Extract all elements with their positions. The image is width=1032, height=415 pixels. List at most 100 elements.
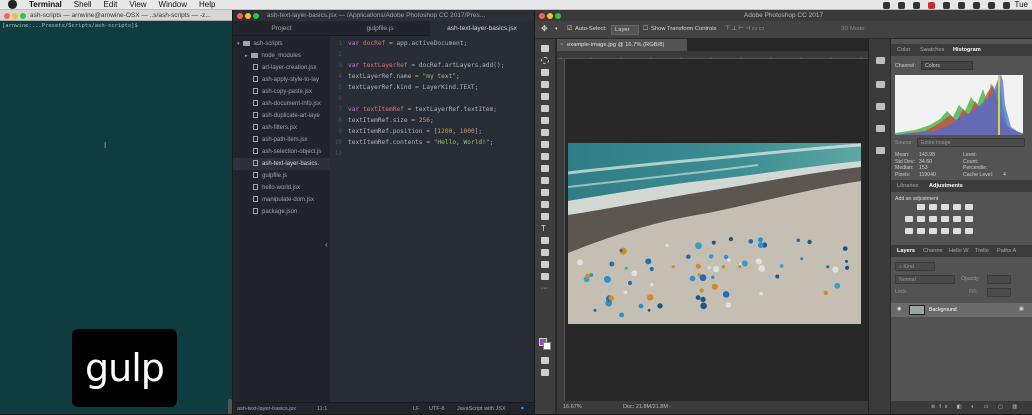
wifi-icon[interactable] xyxy=(988,1,995,9)
adjustment-icon[interactable] xyxy=(953,204,961,210)
tab-paths[interactable]: Paths A xyxy=(997,245,1016,257)
zoom-tool-icon[interactable] xyxy=(541,273,549,280)
checkbox-icon[interactable]: ☑ xyxy=(567,26,572,32)
tray-icon[interactable] xyxy=(898,1,905,9)
tree-root-folder[interactable]: ▾ ash-scripts xyxy=(233,38,330,50)
close-tab-icon[interactable]: × xyxy=(560,39,563,51)
blur-tool-icon[interactable] xyxy=(541,189,549,196)
tree-file[interactable]: hello-world.jsx xyxy=(233,182,330,194)
marquee-tool-icon[interactable] xyxy=(541,57,549,64)
character-panel-icon[interactable] xyxy=(876,125,885,132)
code-editor[interactable]: 1 2 3 4 5 6 7 8 9 10 11 var docRef = app… xyxy=(330,36,534,402)
tab-hello-world[interactable]: Hello W xyxy=(949,245,969,257)
tree-folder-node-modules[interactable]: ▸ node_modules xyxy=(233,50,330,62)
checkbox-icon[interactable]: ☐ xyxy=(643,26,648,32)
opacity-input[interactable] xyxy=(987,275,1011,284)
close-window-icon[interactable] xyxy=(237,13,243,19)
status-file-path[interactable]: ash-text-layer-basics.jsx xyxy=(237,403,296,415)
zoom-window-icon[interactable] xyxy=(20,13,26,19)
tree-file[interactable]: manipulate-dom.jsx xyxy=(233,194,330,206)
tree-file[interactable]: package.json xyxy=(233,206,330,218)
channel-dropdown[interactable]: Colors xyxy=(921,61,973,70)
tree-file[interactable]: gulpfile.js xyxy=(233,170,330,182)
terminal-scrollbar[interactable] xyxy=(228,399,232,414)
type-tool-icon[interactable]: T xyxy=(541,225,549,233)
tab-swatches[interactable]: Swatches xyxy=(920,44,944,56)
align-icons[interactable]: ⊤ ⊥ ⊢ ⊣ ▭ ▭ xyxy=(725,26,764,32)
doc-size[interactable]: Doc: 21.8M/21.8M xyxy=(623,401,668,414)
tab-ash-text-layer-basics[interactable]: ash-text-layer-basics.jsx xyxy=(430,21,534,36)
chevron-down-icon[interactable]: ▾ xyxy=(555,26,558,32)
tray-icon[interactable] xyxy=(913,1,920,9)
document-tab[interactable]: × example-image.jpg @ 16.7% (RGB/8) xyxy=(557,39,687,51)
adjustment-icon[interactable] xyxy=(929,216,937,222)
adjustment-icon[interactable] xyxy=(965,204,973,210)
lasso-tool-icon[interactable] xyxy=(541,69,549,76)
adjustment-icon[interactable] xyxy=(941,204,949,210)
adjustment-icon[interactable] xyxy=(917,228,925,234)
menu-window[interactable]: Window xyxy=(153,0,193,10)
adjustment-icon[interactable] xyxy=(929,228,937,234)
tab-histogram[interactable]: Histogram xyxy=(953,44,981,56)
auto-select-dropdown[interactable]: Layer xyxy=(611,25,639,35)
adjustment-icon[interactable] xyxy=(929,204,937,210)
minimize-window-icon[interactable] xyxy=(245,13,251,19)
menubar-clock[interactable]: Tue xyxy=(1015,0,1029,10)
layer-filter-dropdown[interactable]: ⌕ Kind xyxy=(895,262,935,271)
status-encoding[interactable]: UTF-8 xyxy=(429,403,445,415)
background-color-swatch[interactable] xyxy=(543,342,551,350)
adjustment-icon[interactable] xyxy=(953,228,961,234)
rectangle-tool-icon[interactable] xyxy=(541,249,549,256)
tree-file[interactable]: ash-document-info.jsx xyxy=(233,98,330,110)
move-tool-icon[interactable] xyxy=(541,45,549,52)
adjustment-icon[interactable] xyxy=(917,216,925,222)
tray-icon[interactable] xyxy=(973,1,980,9)
tree-file[interactable]: ash-path-item.jsx xyxy=(233,134,330,146)
path-select-tool-icon[interactable] xyxy=(541,237,549,244)
tree-file[interactable]: ash-copy-paste.jsx xyxy=(233,86,330,98)
menu-shell[interactable]: Shell xyxy=(68,0,98,10)
zoom-window-icon[interactable] xyxy=(555,13,561,19)
apple-menu-icon[interactable] xyxy=(8,0,17,9)
menu-help[interactable]: Help xyxy=(193,0,221,10)
menu-view[interactable]: View xyxy=(123,0,152,10)
more-tools-icon[interactable]: ··· xyxy=(541,285,549,292)
tree-file[interactable]: ash-duplicate-art-laye xyxy=(233,110,330,122)
screen-mode-icon[interactable] xyxy=(541,369,549,376)
adjustment-icon[interactable] xyxy=(905,228,913,234)
tree-file[interactable]: ash-filters.jsx xyxy=(233,122,330,134)
paragraph-panel-icon[interactable] xyxy=(876,147,885,154)
menu-edit[interactable]: Edit xyxy=(98,0,124,10)
gradient-tool-icon[interactable] xyxy=(541,177,549,184)
properties-panel-icon[interactable] xyxy=(876,81,885,88)
layer-action-icons[interactable]: ⊘fx ◧ ◐ ▭ ▢ ▥ xyxy=(931,404,1021,410)
pen-tool-icon[interactable] xyxy=(541,213,549,220)
crop-tool-icon[interactable] xyxy=(541,93,549,100)
status-line-ending[interactable]: LF xyxy=(413,403,419,415)
tab-channels[interactable]: Channe xyxy=(923,245,943,257)
tab-project[interactable]: Project xyxy=(233,21,330,36)
volume-icon[interactable] xyxy=(1003,1,1010,9)
minimize-window-icon[interactable] xyxy=(12,13,18,19)
source-dropdown[interactable]: Entire Image xyxy=(917,138,1025,147)
move-tool-icon[interactable]: ✥ xyxy=(541,24,548,33)
close-window-icon[interactable] xyxy=(4,13,10,19)
tab-gulpfile[interactable]: gulpfile.js xyxy=(330,21,430,36)
adjustment-icon[interactable] xyxy=(917,204,925,210)
blend-mode-dropdown[interactable]: Normal xyxy=(895,275,955,284)
tree-file-selected[interactable]: ash-text-layer-basics. xyxy=(233,158,330,170)
tray-icon[interactable] xyxy=(943,1,950,9)
close-window-icon[interactable] xyxy=(539,13,545,19)
fill-input[interactable] xyxy=(987,288,1011,297)
tray-icon[interactable] xyxy=(958,1,965,9)
hand-tool-icon[interactable] xyxy=(541,261,549,268)
healing-brush-tool-icon[interactable] xyxy=(541,117,549,124)
brush-tool-icon[interactable] xyxy=(541,129,549,136)
chevron-right-icon[interactable]: › xyxy=(669,401,671,414)
history-panel-icon[interactable] xyxy=(876,57,885,64)
eyedropper-tool-icon[interactable] xyxy=(541,105,549,112)
tree-file[interactable]: art-layer-creation.jsx xyxy=(233,62,330,74)
status-cursor-position[interactable]: 11:1 xyxy=(317,403,327,415)
quick-mask-icon[interactable] xyxy=(541,357,549,364)
adjustment-icon[interactable] xyxy=(953,216,961,222)
